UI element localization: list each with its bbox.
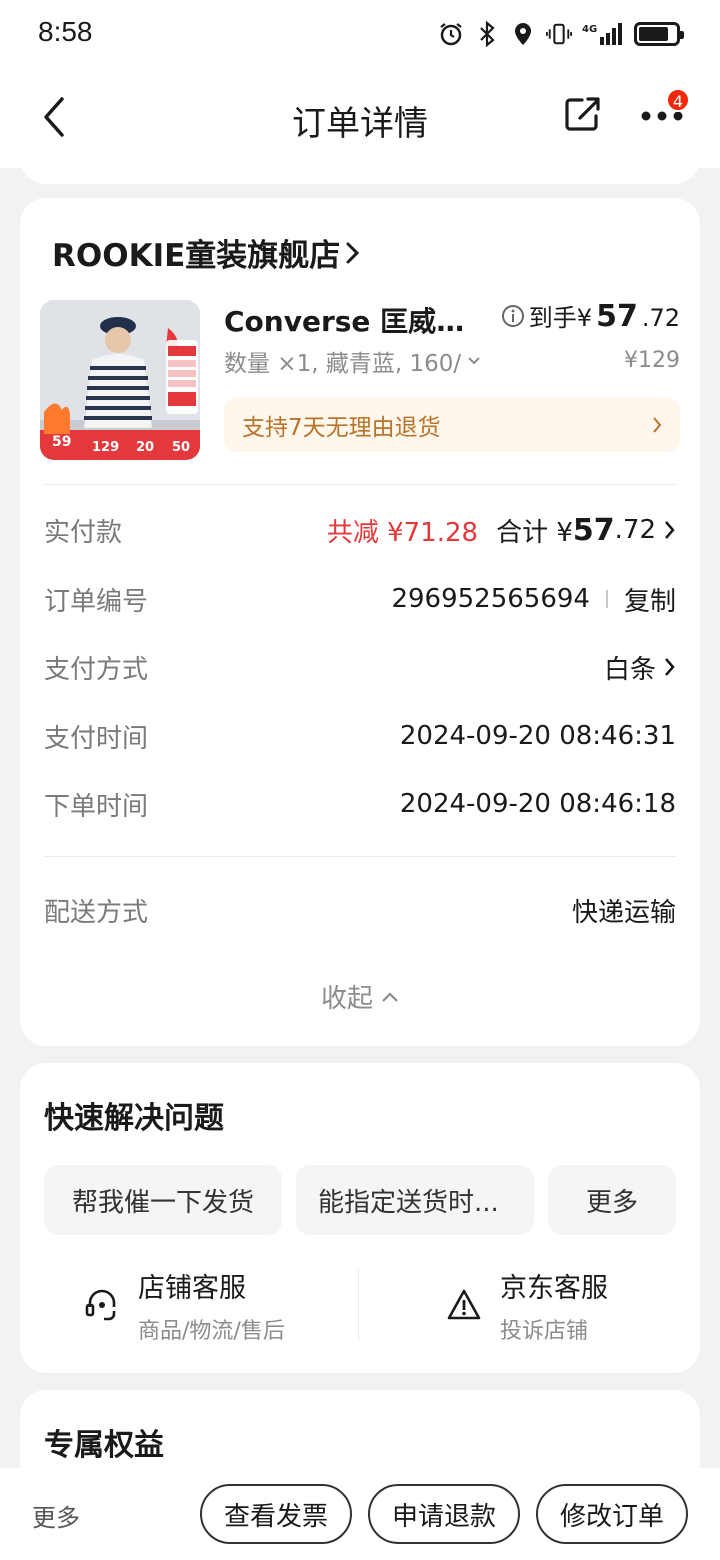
image-badge-left: 59 [52, 434, 72, 450]
chip-urge-shipping[interactable]: 帮我催一下发货 [44, 1165, 282, 1235]
chip-more[interactable]: 更多 [548, 1165, 676, 1235]
more-actions-link[interactable]: 更多 [32, 1498, 80, 1533]
total-prefix: 合计 ¥ [496, 517, 573, 548]
request-refund-button[interactable]: 申请退款 [368, 1484, 520, 1544]
chevron-down-icon [468, 357, 480, 365]
shop-name: ROOKIE童装旗舰店 [52, 238, 341, 274]
chevron-right-icon [665, 658, 675, 676]
final-price-prefix: 到手¥ [528, 304, 593, 332]
pay-time-value: 2024-09-20 08:46:31 [399, 721, 676, 751]
status-time: 8:58 [38, 16, 93, 47]
chevron-right-icon [346, 242, 360, 263]
product-title[interactable]: Converse 匡威童... [224, 300, 484, 340]
warning-icon [447, 1289, 481, 1320]
return-policy-banner[interactable]: 支持7天无理由退货 [224, 398, 680, 452]
divider [358, 1269, 359, 1341]
shop-service-subtitle: 商品/物流/售后 [138, 1318, 285, 1344]
battery-icon [634, 22, 684, 46]
svg-text:4G: 4G [582, 24, 597, 35]
original-price: ¥129 [624, 348, 680, 373]
pay-method-label: 支付方式 [44, 654, 149, 685]
shop-service-title: 店铺客服 [138, 1272, 246, 1304]
jd-service-button[interactable]: 京东客服 投诉店铺 [446, 1265, 608, 1345]
product-image[interactable]: 59 129 20 50 [40, 300, 200, 460]
view-invoice-button[interactable]: 查看发票 [200, 1484, 352, 1544]
status-bar: 8:58 4G [0, 0, 720, 70]
pay-time-row: 支付时间 2024-09-20 08:46:31 [44, 716, 676, 756]
alarm-icon [438, 20, 464, 48]
pay-method-value: 白条 [603, 654, 656, 685]
signal-4g-icon: 4G [582, 20, 624, 48]
jd-service-title: 京东客服 [500, 1272, 608, 1304]
order-number: 296952565694 [391, 584, 590, 614]
total-int: 57 [572, 512, 615, 548]
bottom-action-bar: 更多 查看发票 申请退款 修改订单 [0, 1468, 720, 1560]
payment-label: 实付款 [44, 517, 123, 548]
delivery-value: 快递运输 [571, 897, 676, 928]
divider [44, 484, 676, 485]
image-price-3: 50 [172, 440, 191, 455]
order-card: ROOKIE童装旗舰店 59 129 20 50 Converse 匡威童...… [20, 198, 700, 1046]
product-spec: 数量 ×1, 藏青蓝, 160/ [224, 351, 462, 377]
order-number-row: 订单编号 296952565694 复制 [44, 579, 676, 619]
jd-service-subtitle: 投诉店铺 [500, 1318, 589, 1344]
section-title: 专属权益 [44, 1428, 164, 1463]
quick-resolve-card: 快速解决问题 帮我催一下发货 能指定送货时... 更多 店铺客服 商品/物流/售… [20, 1063, 700, 1373]
order-time-row: 下单时间 2024-09-20 08:46:18 [44, 784, 676, 824]
final-price: 到手¥ 57.72 [501, 298, 680, 334]
total-dec: .72 [614, 515, 656, 545]
chevron-right-icon [665, 521, 675, 539]
modify-order-button[interactable]: 修改订单 [536, 1484, 688, 1544]
image-price-1: 129 [92, 440, 120, 455]
collapse-label: 收起 [320, 984, 373, 1014]
chevron-up-icon [382, 991, 398, 1002]
pay-method-row[interactable]: 支付方式 白条 [44, 647, 676, 687]
bluetooth-icon [474, 20, 500, 48]
payment-row[interactable]: 实付款 共减 ¥71.28 合计 ¥57.72 [44, 510, 676, 550]
order-time-value: 2024-09-20 08:46:18 [399, 789, 676, 819]
image-price-2: 20 [136, 440, 155, 455]
section-title: 快速解决问题 [44, 1101, 224, 1136]
headset-icon [85, 1289, 116, 1321]
separator [605, 590, 608, 608]
chevron-right-icon [653, 417, 662, 433]
return-policy-text: 支持7天无理由退货 [242, 415, 441, 441]
order-number-label: 订单编号 [44, 586, 149, 617]
status-icons: 4G [438, 20, 684, 48]
pay-time-label: 支付时间 [44, 723, 149, 754]
product-spec-selector[interactable]: 数量 ×1, 藏青蓝, 160/ [224, 344, 481, 378]
share-button[interactable] [562, 94, 606, 138]
info-icon[interactable] [501, 304, 525, 328]
discount-amount: 共减 ¥71.28 [326, 517, 479, 548]
chip-delivery-time[interactable]: 能指定送货时... [296, 1165, 534, 1235]
delivery-label: 配送方式 [44, 897, 149, 928]
location-icon [510, 20, 536, 48]
copy-button[interactable]: 复制 [624, 581, 676, 618]
vibrate-icon [546, 20, 572, 48]
divider [44, 856, 676, 857]
final-price-dec: .72 [641, 304, 680, 332]
previous-card-bottom [20, 150, 700, 184]
share-icon [565, 97, 600, 131]
final-price-int: 57 [596, 299, 638, 334]
delivery-row: 配送方式 快递运输 [44, 890, 676, 930]
order-time-label: 下单时间 [44, 791, 149, 822]
notification-badge: 4 [666, 88, 690, 112]
shop-link[interactable]: ROOKIE童装旗舰店 [52, 230, 360, 275]
shop-service-button[interactable]: 店铺客服 商品/物流/售后 [84, 1265, 285, 1345]
collapse-button[interactable]: 收起 [20, 978, 700, 1015]
page-title: 订单详情 [292, 104, 428, 144]
